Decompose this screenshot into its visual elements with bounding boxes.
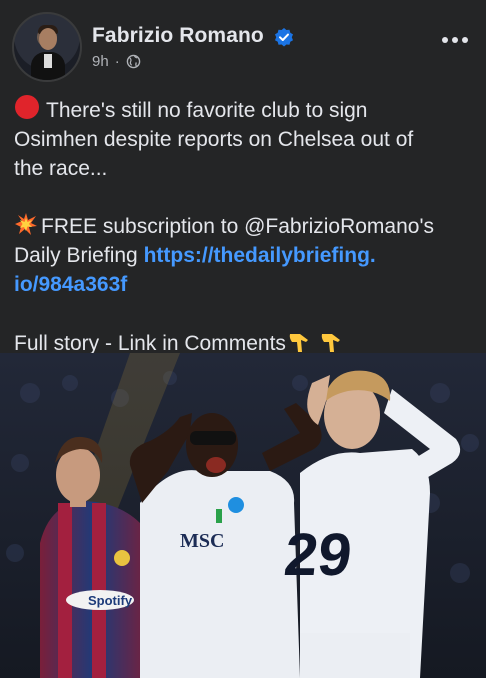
red-circle-icon xyxy=(15,95,39,119)
jersey-number: 29 xyxy=(281,521,355,588)
verified-badge-icon xyxy=(275,28,293,47)
pointing-down-hand-icon xyxy=(289,334,308,352)
more-options-button[interactable] xyxy=(442,32,472,48)
post-header: Fabrizio Romano 9h · xyxy=(0,0,486,86)
football-photo-image: Spotify MSC 29 xyxy=(0,353,486,678)
author-avatar[interactable] xyxy=(12,12,82,82)
author-name[interactable]: Fabrizio Romano xyxy=(92,24,264,48)
text-line: the race... xyxy=(14,157,108,180)
text-line: Osimhen despite reports on Chelsea out o… xyxy=(14,128,414,151)
subscription-link-cont[interactable]: io/984a363f xyxy=(14,273,127,296)
post-photo[interactable]: Spotify MSC 29 xyxy=(0,353,486,678)
post-body: There's still no favorite club to sign O… xyxy=(14,94,476,358)
sponsor-left: Spotify xyxy=(88,593,133,608)
text-line: There's still no favorite club to sign xyxy=(14,94,476,125)
text-line: Daily Briefing https://thedailybriefing. xyxy=(14,244,376,267)
globe-icon xyxy=(126,54,140,69)
dot-icon xyxy=(442,37,448,43)
subscription-link[interactable]: https://thedailybriefing. xyxy=(144,244,376,267)
pointing-down-hand-icon xyxy=(321,334,340,352)
meta-separator: · xyxy=(114,53,120,70)
collision-icon xyxy=(15,213,37,235)
post-time[interactable]: 9h xyxy=(92,53,109,70)
text-line: io/984a363f xyxy=(14,270,476,299)
post-meta: 9h · xyxy=(92,53,141,70)
sponsor-center: MSC xyxy=(180,530,224,552)
text-line: FREE subscription to @FabrizioRomano's xyxy=(14,212,476,241)
dot-icon xyxy=(462,37,468,43)
dot-icon xyxy=(452,37,458,43)
